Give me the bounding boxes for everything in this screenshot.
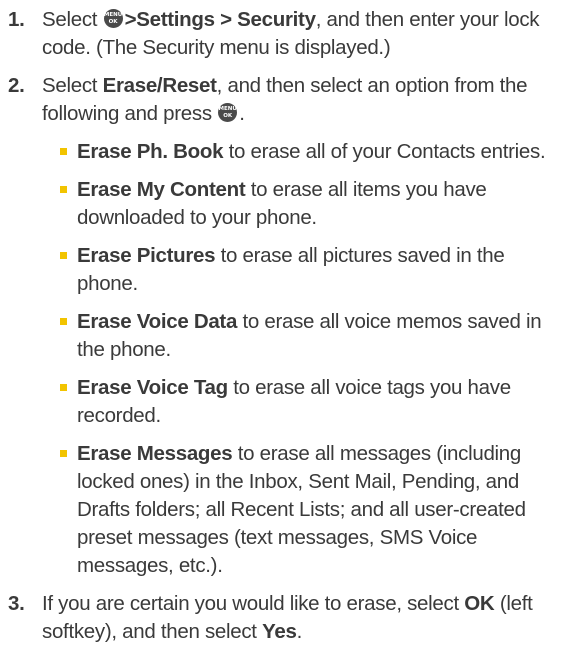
menu-ok-key-icon: MENU OK bbox=[103, 9, 123, 28]
menu-key-bottom-label: OK bbox=[223, 113, 233, 119]
menu-path: >Settings > Security bbox=[124, 8, 316, 31]
option-term: Erase Pictures bbox=[77, 244, 216, 267]
step-text: Select MENU OK >Settings > Security, and t… bbox=[42, 8, 540, 59]
bullet-square-icon bbox=[60, 148, 67, 155]
step-number: 1. bbox=[8, 8, 25, 31]
step-end: . bbox=[296, 620, 303, 643]
step-end: . bbox=[239, 102, 245, 125]
step-prefix: Select bbox=[42, 8, 103, 31]
option-erase-reset: Erase/Reset bbox=[102, 74, 217, 97]
menu-key-top-label: MENU bbox=[218, 106, 237, 112]
bullet-square-icon bbox=[60, 450, 67, 457]
list-item: Erase Voice Tag to erase all voice tags … bbox=[60, 374, 557, 430]
menu-key-top-label: MENU bbox=[103, 12, 123, 18]
instruction-document: 1. Select MENU OK >Settings > Security, an… bbox=[0, 0, 567, 646]
erase-options-list: Erase Ph. Book to erase all of your Cont… bbox=[42, 138, 557, 580]
step-2: 2. Select Erase/Reset, and then select a… bbox=[8, 72, 557, 580]
list-item: Erase Pictures to erase all pictures sav… bbox=[60, 242, 557, 298]
step-number: 3. bbox=[8, 592, 25, 615]
step-text: Select Erase/Reset, and then select an o… bbox=[42, 74, 528, 125]
list-item: Erase Ph. Book to erase all of your Cont… bbox=[60, 138, 557, 166]
option-term: Erase Voice Tag bbox=[77, 376, 228, 399]
list-item: Erase Voice Data to erase all voice memo… bbox=[60, 308, 557, 364]
bullet-square-icon bbox=[60, 318, 67, 325]
bullet-square-icon bbox=[60, 384, 67, 391]
bullet-square-icon bbox=[60, 252, 67, 259]
menu-ok-key-icon: MENU OK bbox=[218, 103, 238, 122]
option-description: to erase all of your Contacts entries. bbox=[223, 140, 546, 163]
list-item: Erase Messages to erase all messages (in… bbox=[60, 440, 557, 580]
option-term: Erase Messages bbox=[77, 442, 233, 465]
step-prefix: Select bbox=[42, 74, 103, 97]
option-yes: Yes bbox=[262, 620, 297, 643]
option-term: Erase Voice Data bbox=[77, 310, 238, 333]
step-number: 2. bbox=[8, 74, 25, 97]
step-3: 3. If you are certain you would like to … bbox=[8, 590, 557, 646]
list-item: Erase My Content to erase all items you … bbox=[60, 176, 557, 232]
step-text: If you are certain you would like to era… bbox=[42, 592, 533, 643]
option-term: Erase Ph. Book bbox=[77, 140, 224, 163]
menu-key-bottom-label: OK bbox=[108, 19, 118, 25]
step-1: 1. Select MENU OK >Settings > Security, an… bbox=[8, 6, 557, 62]
option-term: Erase My Content bbox=[77, 178, 246, 201]
bullet-square-icon bbox=[60, 186, 67, 193]
